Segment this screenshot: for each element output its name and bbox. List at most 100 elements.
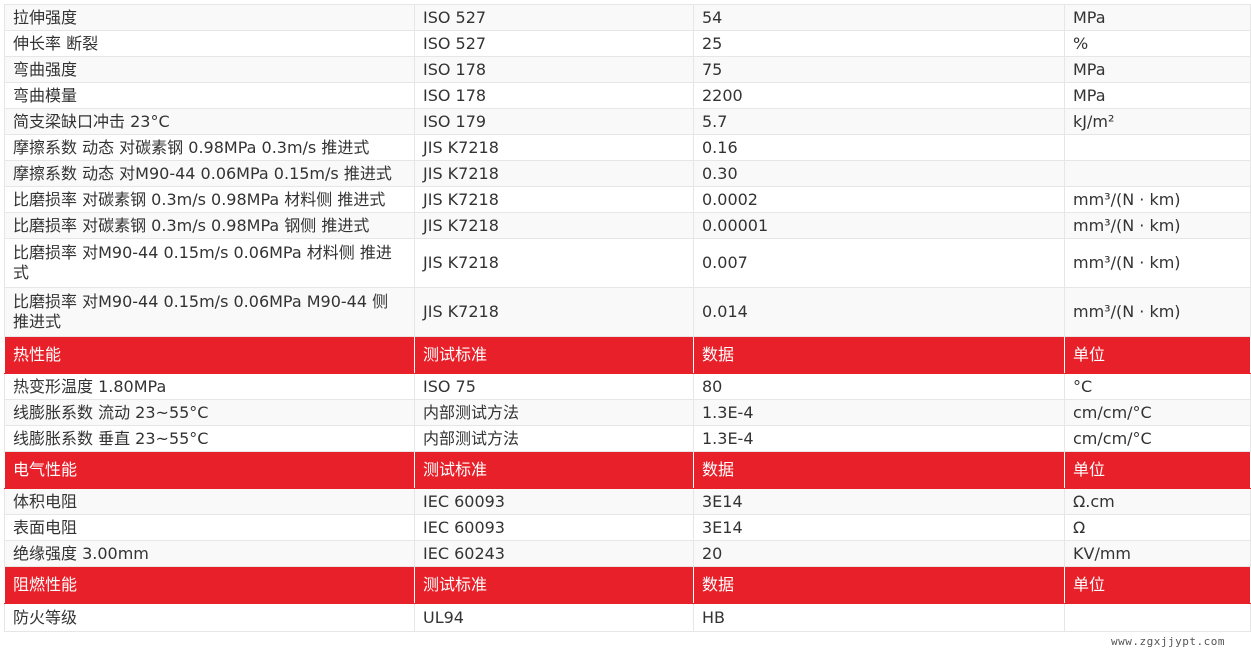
section-header-property-cell: 阻燃性能 [4, 566, 415, 604]
property-cell: 比磨损率 对碳素钢 0.3m/s 0.98MPa 材料侧 推进式 [4, 186, 415, 213]
value-cell: 0.00001 [693, 212, 1065, 239]
property-cell: 比磨损率 对M90-44 0.15m/s 0.06MPa 材料侧 推进式 [4, 238, 415, 288]
standard-cell: ISO 75 [414, 373, 694, 400]
standard-cell: 内部测试方法 [414, 425, 694, 452]
property-cell: 热变形温度 1.80MPa [4, 373, 415, 400]
section-header-value-cell: 数据 [693, 451, 1065, 489]
value-cell: 5.7 [693, 108, 1065, 135]
unit-cell [1064, 160, 1251, 187]
property-cell: 表面电阻 [4, 514, 415, 541]
standard-cell: IEC 60093 [414, 488, 694, 515]
standard-cell: JIS K7218 [414, 287, 694, 337]
value-cell: 0.014 [693, 287, 1065, 337]
property-cell: 线膨胀系数 流动 23~55°C [4, 399, 415, 426]
table-row: 防火等级 UL94 HB [4, 603, 1251, 632]
unit-cell: mm³/(N · km) [1064, 287, 1251, 337]
table-row: 比磨损率 对碳素钢 0.3m/s 0.98MPa 材料侧 推进式 JIS K721… [4, 186, 1251, 213]
standard-cell: 内部测试方法 [414, 399, 694, 426]
section-header-standard-cell: 测试标准 [414, 566, 694, 604]
table-row: 热变形温度 1.80MPa ISO 75 80 °C [4, 373, 1251, 400]
value-cell: 1.3E-4 [693, 425, 1065, 452]
standard-cell: IEC 60093 [414, 514, 694, 541]
value-cell: HB [693, 603, 1065, 632]
standard-cell: IEC 60243 [414, 540, 694, 567]
property-cell: 摩擦系数 动态 对碳素钢 0.98MPa 0.3m/s 推进式 [4, 134, 415, 161]
property-cell: 拉伸强度 [4, 4, 415, 31]
table-row: 伸长率 断裂 ISO 527 25% [4, 30, 1251, 57]
table-row: 比磨损率 对M90-44 0.15m/s 0.06MPa M90-44 侧 推进… [4, 287, 1251, 337]
unit-cell: kJ/m² [1064, 108, 1251, 135]
property-cell: 体积电阻 [4, 488, 415, 515]
table-row: 弯曲模量 ISO 178 2200 MPa [4, 82, 1251, 109]
section-header-unit-cell: 单位 [1064, 451, 1251, 489]
section-header-unit-cell: 单位 [1064, 566, 1251, 604]
table-row: 线膨胀系数 流动 23~55°C 内部测试方法 1.3E-4 cm/cm/°C [4, 399, 1251, 426]
unit-cell: cm/cm/°C [1064, 399, 1251, 426]
unit-cell [1064, 134, 1251, 161]
standard-cell: JIS K7218 [414, 160, 694, 187]
property-cell: 伸长率 断裂 [4, 30, 415, 57]
standard-cell: JIS K7218 [414, 186, 694, 213]
unit-cell: % [1064, 30, 1251, 57]
section-header-unit-cell: 单位 [1064, 336, 1251, 374]
standard-cell: JIS K7218 [414, 134, 694, 161]
table-row: 摩擦系数 动态 对碳素钢 0.98MPa 0.3m/s 推进式 JIS K7218… [4, 134, 1251, 161]
table-row: 弯曲强度 ISO 178 75 MPa [4, 56, 1251, 83]
table-row: 绝缘强度 3.00mm IEC 60243 20 KV/mm [4, 540, 1251, 567]
section-header-standard-cell: 测试标准 [414, 451, 694, 489]
standard-cell: JIS K7218 [414, 212, 694, 239]
unit-cell: mm³/(N · km) [1064, 238, 1251, 288]
section-header-property-cell: 电气性能 [4, 451, 415, 489]
unit-cell: °C [1064, 373, 1251, 400]
table-row: 比磨损率 对碳素钢 0.3m/s 0.98MPa 钢侧 推进式 JIS K7218… [4, 212, 1251, 239]
unit-cell: MPa [1064, 4, 1251, 31]
watermark: www.zgxjjypt.com [1111, 635, 1225, 648]
property-cell: 比磨损率 对M90-44 0.15m/s 0.06MPa M90-44 侧 推进… [4, 287, 415, 337]
unit-cell: mm³/(N · km) [1064, 186, 1251, 213]
table-row: 表面电阻 IEC 60093 3E14 Ω [4, 514, 1251, 541]
property-cell: 摩擦系数 动态 对M90-44 0.06MPa 0.15m/s 推进式 [4, 160, 415, 187]
property-cell: 比磨损率 对碳素钢 0.3m/s 0.98MPa 钢侧 推进式 [4, 212, 415, 239]
standard-cell: ISO 527 [414, 30, 694, 57]
standard-cell: ISO 178 [414, 56, 694, 83]
unit-cell: cm/cm/°C [1064, 425, 1251, 452]
section-header-standard-cell: 测试标准 [414, 336, 694, 374]
section-header-row: 热性能 测试标准 数据 单位 [4, 336, 1251, 374]
value-cell: 0.007 [693, 238, 1065, 288]
value-cell: 2200 [693, 82, 1065, 109]
value-cell: 0.16 [693, 134, 1065, 161]
unit-cell: Ω.cm [1064, 488, 1251, 515]
value-cell: 25 [693, 30, 1065, 57]
value-cell: 80 [693, 373, 1065, 400]
unit-cell [1064, 603, 1251, 632]
property-cell: 弯曲模量 [4, 82, 415, 109]
page: 拉伸强度 ISO 527 54 MPa 伸长率 断裂 ISO 527 25% 弯曲强度 ISO … [0, 0, 1251, 662]
section-header-row: 阻燃性能 测试标准 数据 单位 [4, 566, 1251, 604]
standard-cell: JIS K7218 [414, 238, 694, 288]
section-header-property-cell: 热性能 [4, 336, 415, 374]
section-header-row: 电气性能 测试标准 数据 单位 [4, 451, 1251, 489]
section-header-value-cell: 数据 [693, 336, 1065, 374]
value-cell: 3E14 [693, 514, 1065, 541]
standard-cell: UL94 [414, 603, 694, 632]
value-cell: 0.30 [693, 160, 1065, 187]
property-cell: 防火等级 [4, 603, 415, 632]
unit-cell: Ω [1064, 514, 1251, 541]
property-cell: 简支梁缺口冲击 23°C [4, 108, 415, 135]
unit-cell: mm³/(N · km) [1064, 212, 1251, 239]
value-cell: 54 [693, 4, 1065, 31]
table-row: 简支梁缺口冲击 23°C ISO 179 5.7 kJ/m² [4, 108, 1251, 135]
value-cell: 1.3E-4 [693, 399, 1065, 426]
unit-cell: MPa [1064, 82, 1251, 109]
property-cell: 绝缘强度 3.00mm [4, 540, 415, 567]
table-row: 比磨损率 对M90-44 0.15m/s 0.06MPa 材料侧 推进式 JIS … [4, 238, 1251, 288]
unit-cell: MPa [1064, 56, 1251, 83]
standard-cell: ISO 527 [414, 4, 694, 31]
property-cell: 弯曲强度 [4, 56, 415, 83]
value-cell: 3E14 [693, 488, 1065, 515]
standard-cell: ISO 179 [414, 108, 694, 135]
table-row: 拉伸强度 ISO 527 54 MPa [4, 4, 1251, 31]
unit-cell: KV/mm [1064, 540, 1251, 567]
properties-table-body: 拉伸强度 ISO 527 54 MPa 伸长率 断裂 ISO 527 25% 弯曲强度 ISO … [4, 4, 1251, 632]
table-row: 线膨胀系数 垂直 23~55°C 内部测试方法 1.3E-4 cm/cm/°C [4, 425, 1251, 452]
